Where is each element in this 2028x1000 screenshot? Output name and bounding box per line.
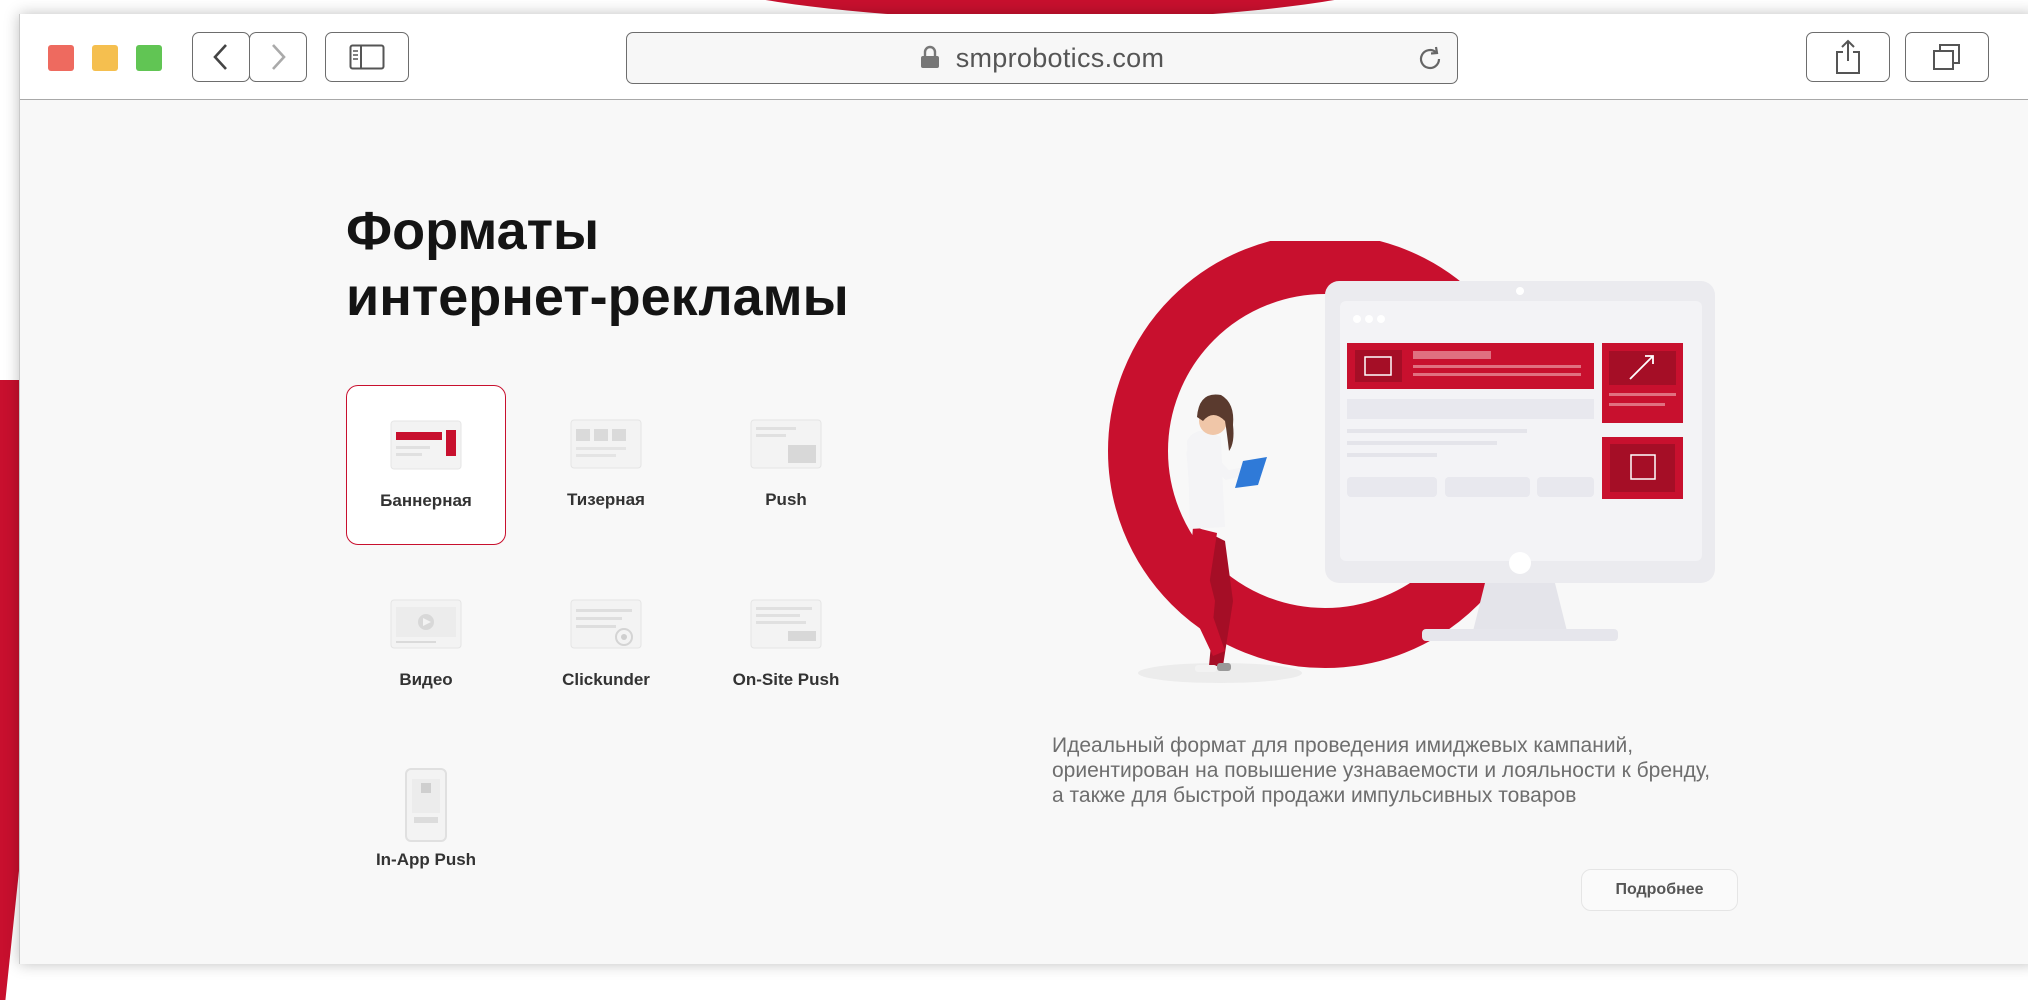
chevron-right-icon <box>272 44 286 70</box>
format-card-teaser[interactable]: Тизерная <box>526 385 686 545</box>
format-label: Тизерная <box>567 490 645 509</box>
format-card-banner[interactable]: Баннерная <box>346 385 506 545</box>
share-button[interactable] <box>1806 32 1890 82</box>
url-text: smprobotics.com <box>955 43 1165 73</box>
format-label: Push <box>765 490 807 509</box>
share-icon <box>1836 39 1860 74</box>
sidebar-toggle-button[interactable] <box>325 32 409 82</box>
minimize-window-button[interactable] <box>92 45 118 71</box>
video-format-icon <box>390 599 462 649</box>
banner-format-icon <box>390 420 462 470</box>
monitor-illustration <box>1325 281 1715 641</box>
tabs-overview-button[interactable] <box>1905 32 1989 82</box>
clickunder-format-icon <box>570 599 642 649</box>
inapp-push-format-icon <box>405 768 447 842</box>
back-button[interactable] <box>192 32 250 82</box>
format-label: Видео <box>399 670 453 689</box>
page-title: Форматы интернет-рекламы <box>346 201 849 327</box>
close-window-button[interactable] <box>48 45 74 71</box>
address-bar[interactable]: smprobotics.com <box>626 32 1458 84</box>
sidebar-icon <box>349 44 385 70</box>
more-details-button[interactable]: Подробнее <box>1581 869 1738 911</box>
format-card-video[interactable]: Видео <box>346 565 506 725</box>
format-label: Баннерная <box>380 491 472 510</box>
forward-button[interactable] <box>249 32 307 82</box>
onsite-push-format-icon <box>750 599 822 649</box>
format-description: Идеальный формат для проведения имиджевы… <box>1052 734 1711 807</box>
format-card-inapp-push[interactable]: In-App Push <box>346 745 506 905</box>
format-card-clickunder[interactable]: Clickunder <box>526 565 686 725</box>
format-label: In-App Push <box>375 850 477 869</box>
format-label: On-Site Push <box>732 670 840 689</box>
format-card-onsite-push[interactable]: On-Site Push <box>706 565 866 725</box>
browser-window: smprobotics.com Форматы интернет-рекламы… <box>19 14 2028 964</box>
hero-illustration <box>1075 234 1735 726</box>
push-format-icon <box>750 419 822 469</box>
page-content: Форматы интернет-рекламы Баннерная Тизер… <box>20 101 2028 964</box>
zoom-window-button[interactable] <box>136 45 162 71</box>
teaser-format-icon <box>570 419 642 469</box>
format-card-push[interactable]: Push <box>706 385 866 545</box>
format-label: Clickunder <box>562 670 650 689</box>
browser-toolbar: smprobotics.com <box>20 14 2028 100</box>
lock-icon <box>920 35 940 85</box>
tabs-icon <box>1933 44 1960 70</box>
chevron-left-icon <box>213 44 227 70</box>
reload-icon[interactable] <box>1415 44 1445 79</box>
